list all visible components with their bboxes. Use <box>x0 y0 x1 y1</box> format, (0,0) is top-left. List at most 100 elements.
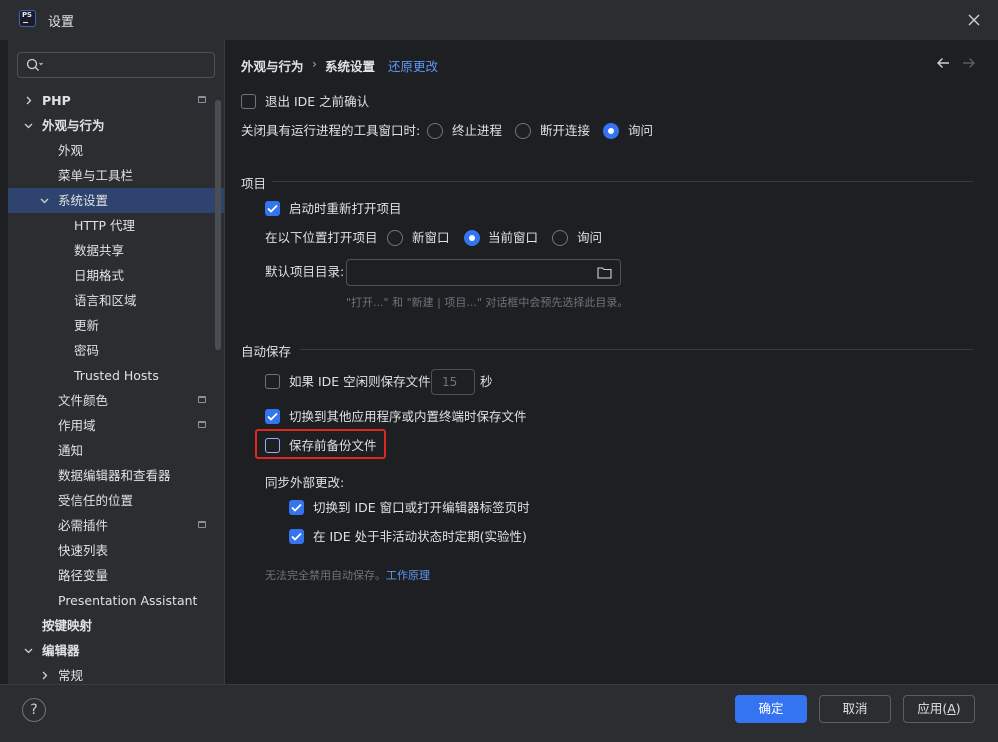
idle-seconds-input[interactable]: 15 <box>431 369 475 395</box>
radio-terminate-label: 终止进程 <box>452 123 503 138</box>
cancel-button[interactable]: 取消 <box>819 695 891 723</box>
sidebar-item[interactable]: 语言和区域 <box>8 288 224 313</box>
help-button[interactable]: ? <box>22 698 46 722</box>
sidebar-item-label: 文件颜色 <box>58 393 109 408</box>
sidebar-item-label: 必需插件 <box>58 518 109 533</box>
radio-terminate[interactable] <box>427 123 443 139</box>
project-level-icon <box>198 396 206 403</box>
apply-mnemonic: A <box>947 701 956 716</box>
ok-button[interactable]: 确定 <box>735 695 807 723</box>
radio-ask-open[interactable] <box>552 230 568 246</box>
breadcrumb-parent[interactable]: 外观与行为 <box>241 56 304 75</box>
breadcrumb-current: 系统设置 <box>325 59 376 74</box>
sidebar-item-label: HTTP 代理 <box>74 218 135 233</box>
sidebar-item-label: 外观 <box>58 143 84 158</box>
autosave-section-title: 自动保存 <box>241 344 292 359</box>
edge-artifact <box>0 376 6 388</box>
chevron-down-icon[interactable] <box>24 646 33 655</box>
sidebar-item[interactable]: 菜单与工具栏 <box>8 163 224 188</box>
confirm-exit-label: 退出 IDE 之前确认 <box>265 94 370 109</box>
reopen-checkbox[interactable] <box>265 201 280 216</box>
section-divider <box>300 349 973 350</box>
sidebar-item[interactable]: 更新 <box>8 313 224 338</box>
radio-disconnect[interactable] <box>515 123 531 139</box>
open-in-label: 在以下位置打开项目 <box>265 230 378 245</box>
reset-changes-link[interactable]: 还原更改 <box>388 56 438 75</box>
forward-arrow-icon <box>963 58 975 68</box>
sidebar-scrollbar[interactable] <box>215 100 221 350</box>
idle-save-checkbox[interactable] <box>265 374 280 389</box>
title-bar: PS 设置 <box>0 0 998 40</box>
close-icon[interactable] <box>963 9 985 31</box>
sidebar-item[interactable]: 常规 <box>8 663 224 684</box>
sidebar-item-label: 通知 <box>58 443 84 458</box>
sidebar-item[interactable]: 文件颜色 <box>8 388 224 413</box>
sidebar-item[interactable]: Trusted Hosts <box>8 363 224 388</box>
sidebar-item[interactable]: 外观与行为 <box>8 113 224 138</box>
project-level-icon <box>198 421 206 428</box>
sidebar-item[interactable]: Presentation Assistant <box>8 588 224 613</box>
project-section-title: 项目 <box>241 176 267 191</box>
sidebar-item-label: 外观与行为 <box>42 118 105 133</box>
sidebar-item[interactable]: 受信任的位置 <box>8 488 224 513</box>
sidebar-item[interactable]: 数据共享 <box>8 238 224 263</box>
sidebar-item-label: 按键映射 <box>42 618 93 633</box>
sidebar-item-label: 语言和区域 <box>74 293 137 308</box>
radio-current-window[interactable] <box>464 230 480 246</box>
search-icon <box>26 58 43 71</box>
sidebar-item-label: 数据共享 <box>74 243 125 258</box>
sidebar-item[interactable]: 通知 <box>8 438 224 463</box>
reopen-label: 启动时重新打开项目 <box>289 201 402 216</box>
sidebar-item[interactable]: 编辑器 <box>8 638 224 663</box>
chevron-right-icon[interactable] <box>24 96 33 105</box>
confirm-exit-checkbox[interactable] <box>241 94 256 109</box>
sidebar-item[interactable]: 密码 <box>8 338 224 363</box>
sidebar-item[interactable]: 路径变量 <box>8 563 224 588</box>
sidebar-item-label: 系统设置 <box>58 193 109 208</box>
sidebar-item-label: 快速列表 <box>58 543 109 558</box>
phpstorm-app-icon: PS <box>19 10 36 27</box>
sidebar-item[interactable]: 快速列表 <box>8 538 224 563</box>
sidebar-item-label: 常规 <box>58 668 84 683</box>
sidebar-item[interactable]: 数据编辑器和查看器 <box>8 463 224 488</box>
autosave-note: 无法完全禁用自动保存。工作原理 <box>265 567 430 583</box>
folder-icon[interactable] <box>597 266 612 279</box>
settings-sidebar: PHP 外观与行为外观菜单与工具栏系统设置 HTTP 代理 数据共享日期格式语言和区域… <box>8 40 224 684</box>
sidebar-item-label: 受信任的位置 <box>58 493 134 508</box>
sidebar-item-label: 编辑器 <box>42 643 80 658</box>
how-it-works-link[interactable]: 工作原理 <box>386 569 430 582</box>
sidebar-item[interactable]: 必需插件 <box>8 513 224 538</box>
close-running-label: 关闭具有运行进程的工具窗口时: <box>241 123 421 138</box>
dialog-footer: ? 确定 取消 应用(A) <box>0 685 998 742</box>
sidebar-item-label: 路径变量 <box>58 568 109 583</box>
sync-switch-label: 切换到 IDE 窗口或打开编辑器标签页时 <box>313 500 530 515</box>
sync-periodic-checkbox[interactable] <box>289 529 304 544</box>
settings-search-input[interactable] <box>17 52 215 78</box>
sidebar-item[interactable]: PHP <box>8 88 224 113</box>
sidebar-item[interactable]: 按键映射 <box>8 613 224 638</box>
sidebar-item[interactable]: 外观 <box>8 138 224 163</box>
radio-ask[interactable] <box>603 123 619 139</box>
sidebar-item[interactable]: 作用域 <box>8 413 224 438</box>
sidebar-item-label: PHP <box>42 93 71 108</box>
apply-button[interactable]: 应用(A) <box>903 695 975 723</box>
apply-button-label: 应用 <box>917 701 943 716</box>
sidebar-item[interactable]: 系统设置 <box>8 188 224 213</box>
chevron-down-icon[interactable] <box>40 196 49 205</box>
default-dir-input[interactable] <box>346 259 621 286</box>
backup-checkbox[interactable] <box>265 438 280 453</box>
sidebar-item-label: 日期格式 <box>74 268 125 283</box>
sync-switch-checkbox[interactable] <box>289 500 304 515</box>
frame-deactivation-label: 切换到其他应用程序或内置终端时保存文件 <box>289 409 527 424</box>
sidebar-item[interactable]: 日期格式 <box>8 263 224 288</box>
chevron-right-icon[interactable] <box>40 671 49 680</box>
chevron-down-icon[interactable] <box>24 121 33 130</box>
radio-new-window[interactable] <box>387 230 403 246</box>
project-level-icon <box>198 521 206 528</box>
autosave-note-text: 无法完全禁用自动保存。 <box>265 569 386 582</box>
sidebar-item-label: Trusted Hosts <box>74 368 159 383</box>
frame-deactivation-checkbox[interactable] <box>265 409 280 424</box>
sidebar-item[interactable]: HTTP 代理 <box>8 213 224 238</box>
radio-new-window-label: 新窗口 <box>412 230 450 245</box>
back-arrow-icon[interactable] <box>936 57 950 69</box>
